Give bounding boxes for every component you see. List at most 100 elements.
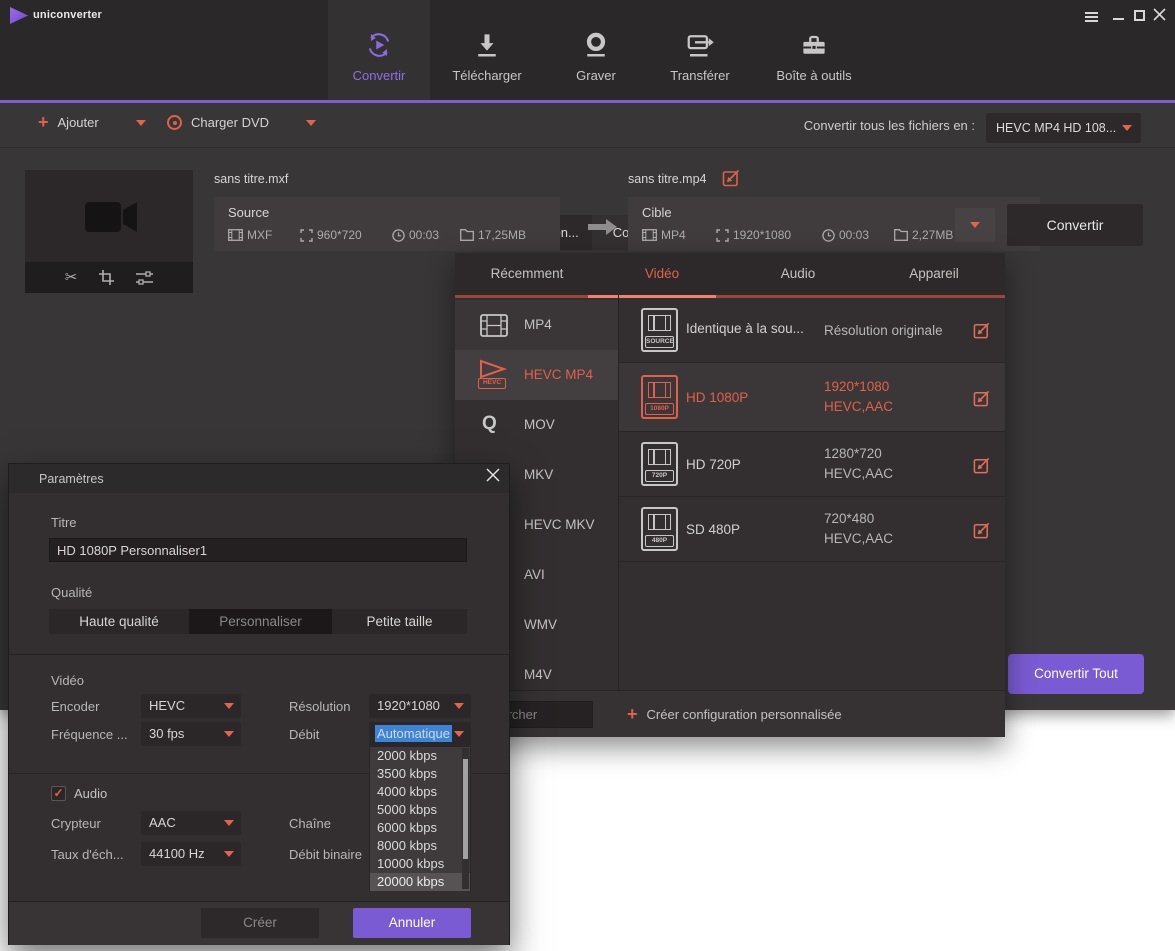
- bitrate-label: Débit: [289, 727, 320, 742]
- rename-edit-icon[interactable]: [722, 168, 741, 187]
- edit-preset-icon[interactable]: [973, 521, 991, 539]
- target-info-box: Cible MP4 1920*1080 00:03 2,27MB: [628, 197, 1040, 251]
- tab-transferer[interactable]: Transférer: [650, 30, 750, 94]
- tab-convertir-label: Convertir: [352, 68, 406, 83]
- clip-tools: ✂: [25, 262, 193, 293]
- preset-info: 1280*720 HEVC,AAC: [824, 444, 893, 484]
- preset-row-source[interactable]: SOURCE Identique à la sou... Résolution …: [619, 297, 1005, 363]
- section-divider: [9, 654, 509, 655]
- convert-row-button[interactable]: Convertir: [1007, 204, 1143, 246]
- preset-badge: 480P: [645, 535, 674, 547]
- bitrate-value: Automatique: [375, 725, 452, 742]
- quality-option-small[interactable]: Petite taille: [332, 609, 467, 634]
- preset-row-sd480p[interactable]: 480P SD 480P 720*480 HEVC,AAC: [619, 497, 1005, 562]
- preset-row-hd1080p[interactable]: 1080P HD 1080P 1920*1080 HEVC,AAC: [619, 363, 1005, 432]
- load-dvd-caret-icon[interactable]: [306, 119, 317, 126]
- channel-label: Chaîne: [289, 816, 331, 831]
- format-item-label: MP4: [524, 317, 552, 332]
- quality-option-custom[interactable]: Personnaliser: [189, 609, 332, 634]
- preset-row-hd720p[interactable]: 720P HD 720P 1280*720 HEVC,AAC: [619, 432, 1005, 497]
- source-info-box: Source MXF 960*720 00:03 17,25MB: [214, 197, 560, 251]
- dialog-header[interactable]: Paramètres: [9, 464, 509, 493]
- select-caret-icon: [454, 731, 464, 737]
- format-panel-tabs: Récemment Vidéo Audio Appareil: [455, 253, 1005, 295]
- convert-arrow-icon: [588, 219, 617, 235]
- edit-preset-icon[interactable]: [973, 321, 991, 339]
- download-icon: [478, 34, 496, 57]
- preset-info: 1920*1080 HEVC,AAC: [824, 377, 893, 417]
- load-dvd-button[interactable]: Charger DVD: [167, 115, 317, 130]
- effects-sliders-icon[interactable]: [136, 270, 154, 285]
- dropdown-scrollbar[interactable]: [462, 748, 469, 889]
- minimize-button[interactable]: [1113, 8, 1124, 20]
- convert-all-button[interactable]: Convertir Tout: [1008, 654, 1144, 694]
- format-item-hevc-mp4[interactable]: HEVC HEVC MP4: [455, 350, 618, 400]
- audio-encoder-select[interactable]: AAC: [141, 811, 241, 835]
- output-format-dropdown[interactable]: HEVC MP4 HD 108...: [986, 113, 1141, 143]
- title-field-label: Titre: [51, 515, 77, 530]
- bitrate-option-highlighted[interactable]: 20000 kbps: [370, 873, 470, 891]
- source-size-value: 17,25MB: [478, 228, 527, 242]
- create-custom-config-button[interactable]: Créer configuration personnalisée: [627, 691, 842, 738]
- target-resolution-value: 1920*1080: [733, 228, 792, 242]
- bitrate-combo[interactable]: Automatique: [369, 722, 471, 746]
- bitrate-option[interactable]: 5000 kbps: [370, 801, 470, 819]
- dialog-close-icon[interactable]: [483, 468, 503, 488]
- audio-encoder-value: AAC: [149, 815, 176, 830]
- resolution-icon: [716, 228, 729, 242]
- panel-tab-recemment[interactable]: Récemment: [477, 253, 577, 295]
- samplerate-select[interactable]: 44100 Hz: [141, 842, 241, 866]
- preset-badge: 720P: [645, 470, 674, 482]
- source-preset-icon: SOURCE: [641, 307, 678, 352]
- tab-convertir[interactable]: Convertir: [328, 30, 430, 94]
- panel-tab-appareil[interactable]: Appareil: [889, 253, 979, 295]
- panel-tab-audio[interactable]: Audio: [754, 253, 842, 295]
- encoder-select[interactable]: HEVC: [141, 694, 241, 718]
- framerate-select[interactable]: 30 fps: [141, 722, 241, 746]
- title-field-input[interactable]: [49, 538, 467, 562]
- panel-tab-video[interactable]: Vidéo: [618, 253, 706, 295]
- tab-telecharger[interactable]: Télécharger: [436, 30, 538, 94]
- audio-checkbox[interactable]: ✓: [51, 786, 66, 801]
- select-caret-icon: [224, 703, 234, 709]
- bitrate-option[interactable]: 4000 kbps: [370, 783, 470, 801]
- target-duration-value: 00:03: [839, 228, 870, 242]
- preset-name: HD 720P: [686, 457, 741, 472]
- target-format-dropdown-button[interactable]: [955, 208, 995, 242]
- bitrate-option[interactable]: 3500 kbps: [370, 765, 470, 783]
- bitrate-option[interactable]: 6000 kbps: [370, 819, 470, 837]
- bitrate-option[interactable]: 8000 kbps: [370, 837, 470, 855]
- quality-option-high[interactable]: Haute qualité: [49, 609, 189, 634]
- maximize-button[interactable]: [1134, 8, 1150, 22]
- format-item-mp4[interactable]: MP4: [455, 300, 618, 350]
- edit-preset-icon[interactable]: [973, 456, 991, 474]
- format-item-label: MKV: [524, 467, 554, 482]
- video-section-label: Vidéo: [51, 673, 85, 688]
- quicktime-icon: Q: [482, 413, 497, 434]
- settings-dialog: Paramètres Titre Qualité Haute qualité P…: [8, 463, 510, 945]
- cancel-button[interactable]: Annuler: [353, 908, 471, 938]
- tab-boite-a-outils[interactable]: Boîte à outils: [756, 30, 872, 94]
- resolution-label: Résolution: [289, 699, 351, 714]
- preset-name: SD 480P: [686, 522, 741, 537]
- bitrate-option[interactable]: 10000 kbps: [370, 855, 470, 873]
- source-file-name: sans titre.mxf: [214, 172, 289, 186]
- format-item-label: AVI: [524, 567, 545, 582]
- close-button[interactable]: [1153, 8, 1166, 21]
- add-file-button[interactable]: Ajouter: [38, 112, 146, 133]
- create-button[interactable]: Créer: [201, 908, 319, 938]
- toolbox-icon: [803, 35, 825, 54]
- menu-icon[interactable]: [1085, 10, 1101, 24]
- crop-icon[interactable]: [99, 270, 115, 285]
- source-duration: 00:03: [392, 228, 439, 242]
- add-file-caret-icon[interactable]: [135, 119, 146, 126]
- bitrate-option[interactable]: 2000 kbps: [370, 747, 470, 765]
- preset-info: Résolution originale: [824, 323, 943, 338]
- scrollbar-thumb[interactable]: [463, 759, 468, 859]
- edit-preset-icon[interactable]: [973, 389, 991, 407]
- format-item-mov[interactable]: Q MOV: [455, 400, 618, 450]
- resolution-select[interactable]: 1920*1080: [369, 694, 471, 718]
- tab-graver[interactable]: Graver: [550, 30, 642, 94]
- film-icon: [228, 229, 243, 241]
- trim-scissors-icon[interactable]: ✂: [65, 270, 78, 285]
